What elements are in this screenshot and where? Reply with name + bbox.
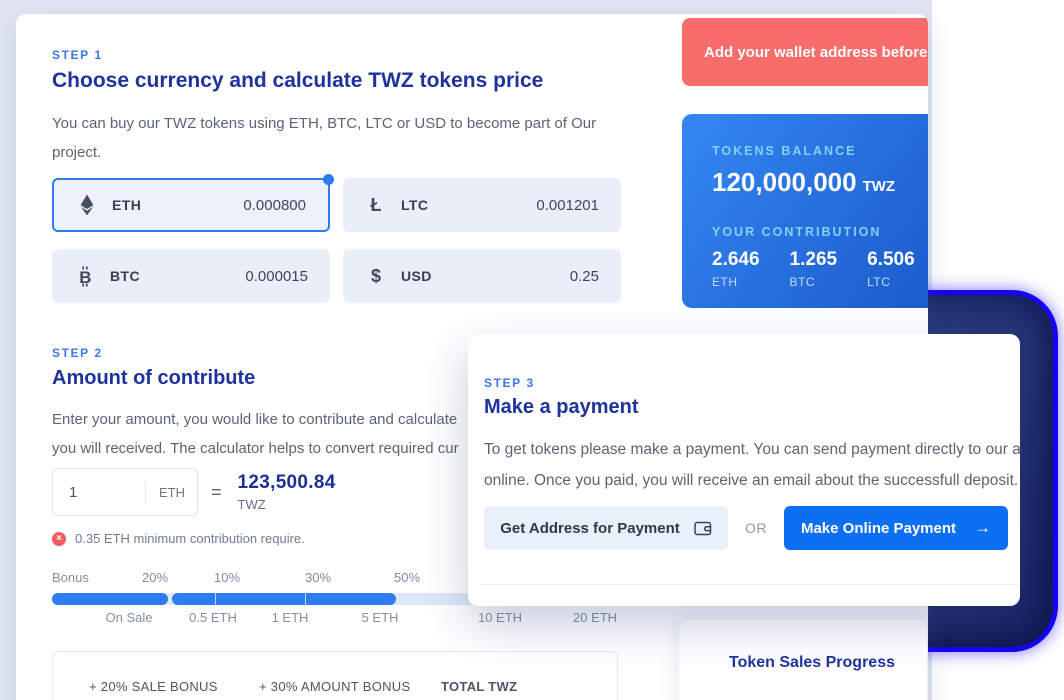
currency-rate: 0.000015	[245, 268, 308, 285]
bonus-bar-segment	[172, 593, 396, 605]
contribution-label: YOUR CONTRIBUTION	[712, 225, 928, 239]
selected-dot	[323, 174, 334, 185]
amount-input[interactable]	[53, 484, 145, 501]
currency-code: BTC	[110, 268, 140, 284]
currency-option-ltc[interactable]: Ł LTC 0.001201	[343, 178, 621, 232]
step1-label: STEP 1	[52, 48, 103, 62]
error-icon: ×	[52, 532, 66, 546]
step3-description: To get tokens please make a payment. You…	[484, 434, 1020, 496]
bonus-percent: 50%	[394, 570, 420, 585]
bonus-label: Bonus	[52, 570, 89, 585]
currency-option-usd[interactable]: $ USD 0.25	[343, 249, 621, 303]
get-address-label: Get Address for Payment	[500, 520, 680, 537]
bonus-bar-segment	[52, 593, 168, 605]
wallet-alert-banner[interactable]: Add your wallet address before bu	[682, 18, 928, 86]
sale-bonus-label: + 20% SALE BONUS	[89, 679, 218, 694]
amount-unit: ETH	[145, 481, 185, 504]
total-twz-label: TOTAL TWZ	[441, 679, 517, 694]
contribution-item: 6.506 LTC	[867, 249, 915, 289]
result-unit: TWZ	[238, 497, 336, 512]
contribution-value: 6.506	[867, 249, 915, 271]
contribution-item: 2.646 ETH	[712, 249, 760, 289]
token-sales-progress-title: Token Sales Progress	[729, 654, 927, 672]
currency-options: ETH 0.000800 Ł LTC 0.001201 B	[52, 178, 622, 303]
tokens-balance-unit: TWZ	[863, 178, 895, 195]
currency-rate: 0.001201	[536, 197, 599, 214]
or-label: OR	[745, 520, 767, 536]
overlay-divider	[480, 584, 1020, 585]
conversion-result: 123,500.84 TWZ	[238, 472, 336, 512]
arrow-right-icon: →	[974, 518, 991, 538]
currency-code: LTC	[401, 197, 428, 213]
contribution-value: 1.265	[790, 249, 838, 271]
contribution-row: 2.646 ETH 1.265 BTC 6.506 LTC	[712, 249, 928, 289]
contribution-value: 2.646	[712, 249, 760, 271]
step3-title: Make a payment	[484, 396, 639, 419]
currency-rate: 0.25	[570, 268, 599, 285]
scale-label: 5 ETH	[362, 610, 399, 625]
svg-text:B: B	[79, 268, 91, 287]
scale-label: 20 ETH	[573, 610, 617, 625]
bonus-scale-row: On Sale 0.5 ETH 1 ETH 5 ETH 10 ETH 20 ET…	[52, 610, 620, 626]
error-text: 0.35 ETH minimum contribution require.	[75, 531, 305, 546]
litecoin-icon: Ł	[365, 195, 387, 216]
currency-option-btc[interactable]: B BTC 0.000015	[52, 249, 330, 303]
make-online-payment-label: Make Online Payment	[801, 520, 956, 537]
contribution-unit: BTC	[790, 275, 838, 289]
step1-description: You can buy our TWZ tokens using ETH, BT…	[52, 109, 618, 167]
tokens-balance-card: TOKENS BALANCE 120,000,000 TWZ YOUR CONTR…	[682, 114, 928, 308]
amount-converter: ETH = 123,500.84 TWZ	[52, 468, 336, 516]
bonus-percent: 10%	[214, 570, 240, 585]
contribution-unit: LTC	[867, 275, 915, 289]
step3-description-line2: online. Once you paid, you will receive …	[484, 465, 1020, 496]
step3-description-line1: To get tokens please make a payment. You…	[484, 434, 1020, 465]
step3-payment-card: STEP 3 Make a payment To get tokens plea…	[468, 334, 1020, 606]
amount-bonus-label: + 30% AMOUNT BONUS	[259, 679, 410, 694]
minimum-contribution-error: × 0.35 ETH minimum contribution require.	[52, 531, 305, 546]
result-value: 123,500.84	[238, 472, 336, 494]
get-address-button[interactable]: Get Address for Payment	[484, 506, 728, 550]
bonus-percent: 20%	[142, 570, 168, 585]
currency-code: ETH	[112, 197, 141, 213]
contribution-unit: ETH	[712, 275, 760, 289]
currency-rate: 0.000800	[243, 197, 306, 214]
wallet-icon	[694, 521, 712, 536]
scale-label: 10 ETH	[478, 610, 522, 625]
equals-sign: =	[211, 482, 222, 503]
dollar-icon: $	[365, 266, 387, 287]
scale-label: On Sale	[106, 610, 153, 625]
bitcoin-icon: B	[74, 266, 96, 287]
page: STEP 1 Choose currency and calculate TWZ…	[0, 0, 1064, 700]
scale-label: 1 ETH	[272, 610, 309, 625]
scale-label: 0.5 ETH	[189, 610, 237, 625]
make-online-payment-button[interactable]: Make Online Payment →	[784, 506, 1008, 550]
amount-field: ETH	[52, 468, 198, 516]
token-sales-progress-card: Token Sales Progress	[678, 618, 928, 700]
step2-title: Amount of contribute	[52, 367, 255, 390]
step1-title: Choose currency and calculate TWZ tokens…	[52, 69, 543, 93]
bonus-summary-box: + 20% SALE BONUS + 30% AMOUNT BONUS TOTA…	[52, 651, 618, 700]
bonus-percent: 30%	[305, 570, 331, 585]
currency-code: USD	[401, 268, 432, 284]
tokens-balance-label: TOKENS BALANCE	[712, 144, 928, 158]
step3-label: STEP 3	[484, 376, 535, 390]
currency-option-eth[interactable]: ETH 0.000800	[52, 178, 330, 232]
ethereum-icon	[76, 194, 98, 216]
wallet-alert-text: Add your wallet address before bu	[704, 44, 928, 61]
contribution-item: 1.265 BTC	[790, 249, 838, 289]
payment-actions: Get Address for Payment OR Make Online P…	[484, 506, 1008, 550]
bonus-bar-tick	[305, 593, 306, 605]
bonus-bar-tick	[215, 593, 216, 605]
tokens-balance-value: 120,000,000	[712, 167, 857, 197]
tokens-balance-line: 120,000,000 TWZ	[712, 167, 928, 198]
step2-label: STEP 2	[52, 346, 103, 360]
